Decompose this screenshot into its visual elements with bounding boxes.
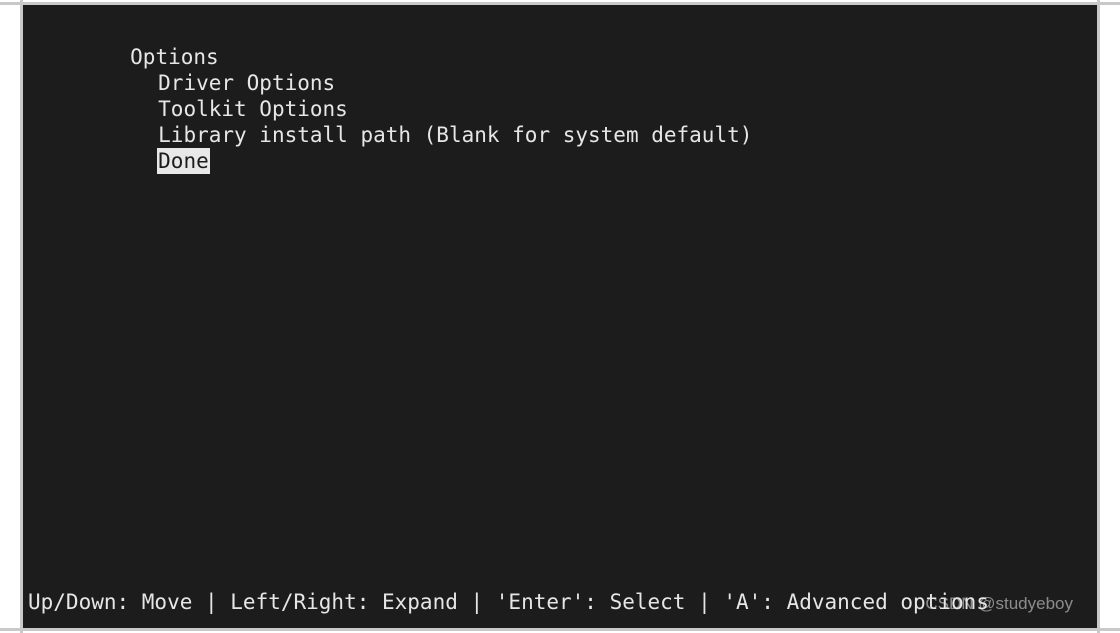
window-border-right [1097,0,1100,633]
menu-item-label: Done [157,148,210,174]
menu-item-options[interactable]: Options [28,18,1097,69]
terminal-body: Options Driver Options Toolkit Options L… [23,5,1097,628]
help-bar: Up/Down: Move | Left/Right: Expand | 'En… [28,590,989,614]
menu-item-label: Library install path (Blank for system d… [158,123,753,147]
menu-item-label: Options [130,45,219,69]
menu-item-label: Driver Options [158,71,336,95]
options-menu: Options Driver Options Toolkit Options L… [28,18,1097,174]
window-border-bottom [0,628,1120,631]
menu-item-label: Toolkit Options [158,97,348,121]
terminal-screen: Options Driver Options Toolkit Options L… [0,0,1120,633]
frame-mask-left [0,0,20,633]
frame-mask-right [1100,0,1120,633]
